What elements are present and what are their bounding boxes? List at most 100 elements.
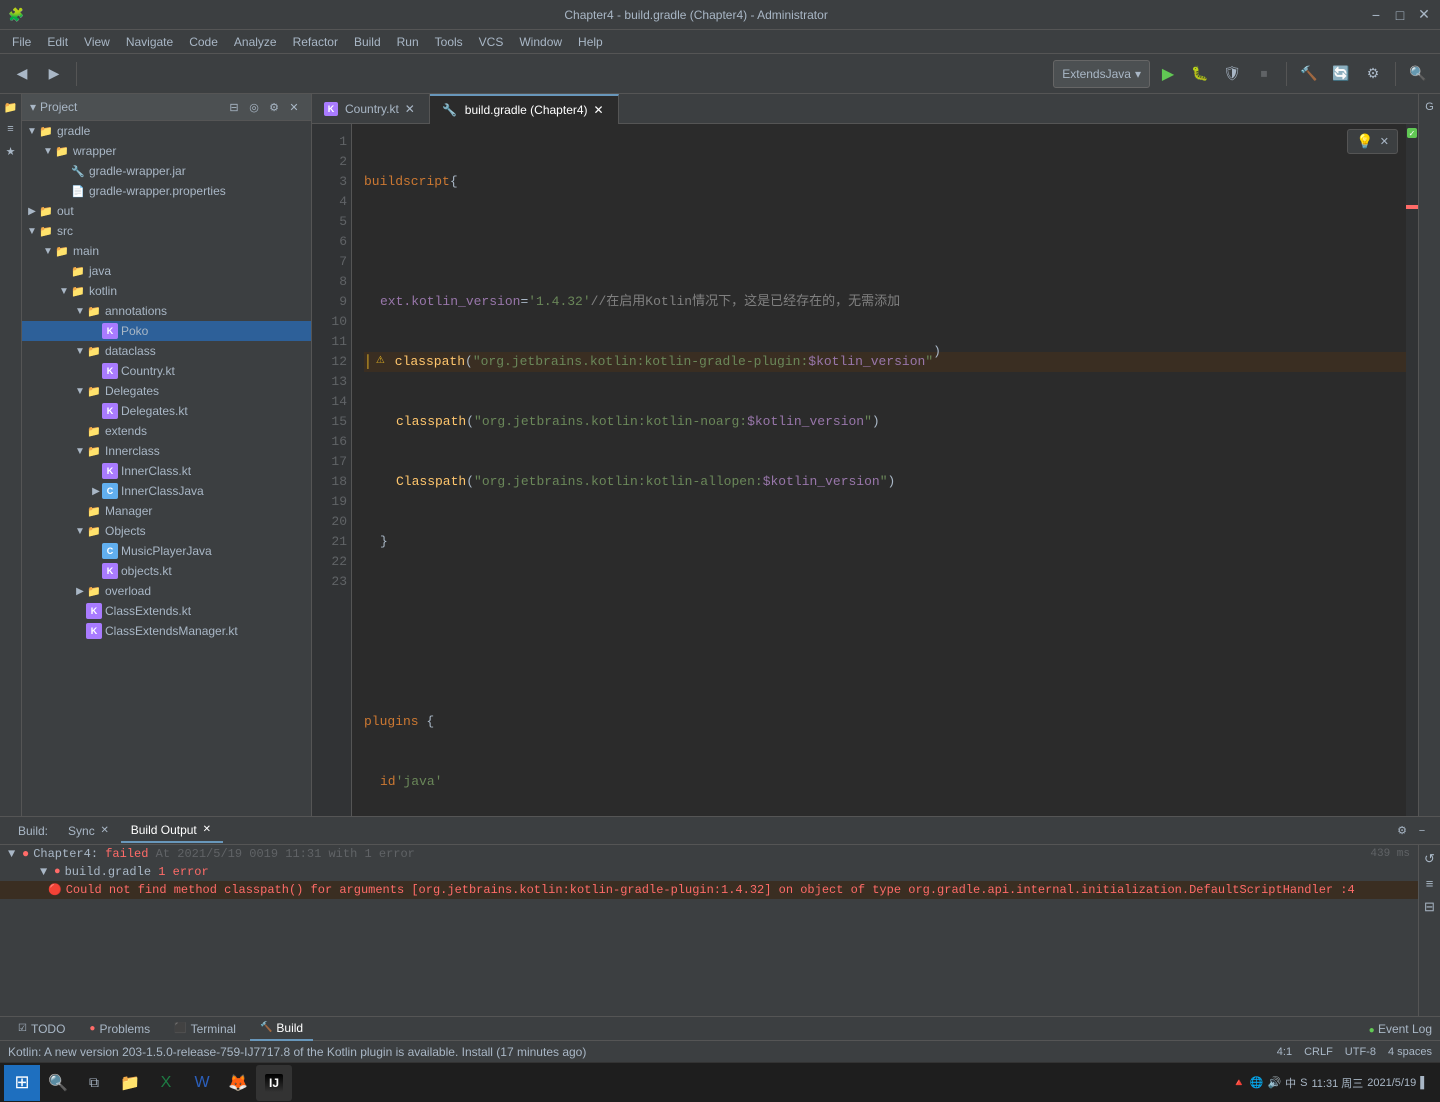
code-content[interactable]: buildscript{ ext.kotlin_version='1.4.32'… [352, 124, 1418, 816]
toggle-main[interactable]: ▼ [42, 246, 54, 257]
event-log-label[interactable]: ● Event Log [1369, 1022, 1432, 1036]
build-settings-button[interactable]: ⚙ [1392, 821, 1412, 841]
tree-item-innerclass-kt[interactable]: K InnerClass.kt [22, 461, 311, 481]
structure-tool-button[interactable]: ≡ [2, 120, 20, 138]
build-row-gradle[interactable]: ▼ ● build.gradle 1 error [16, 863, 1418, 881]
tab-problems[interactable]: ● Problems [79, 1018, 160, 1040]
toggle-innerclass-java[interactable]: ▶ [90, 486, 102, 497]
tab-country-kt[interactable]: K Country.kt ✕ [312, 94, 430, 124]
run-config-selector[interactable]: ExtendsJava ▾ [1053, 60, 1150, 88]
build-filter-icon[interactable]: ⊟ [1420, 897, 1440, 917]
menu-code[interactable]: Code [181, 33, 226, 51]
tree-item-dataclass[interactable]: ▼ 📁 dataclass [22, 341, 311, 361]
tab-build[interactable]: 🔨 Build [250, 1017, 313, 1041]
tree-item-delegates-kt[interactable]: K Delegates.kt [22, 401, 311, 421]
floating-close[interactable]: ✕ [1380, 135, 1389, 148]
menu-window[interactable]: Window [511, 33, 570, 51]
taskbar-firefox[interactable]: 🦊 [220, 1065, 256, 1101]
taskbar-search[interactable]: 🔍 [40, 1065, 76, 1101]
taskbar-intellij[interactable]: IJ [256, 1065, 292, 1101]
project-close-button[interactable]: ✕ [285, 98, 303, 116]
scroll-to-file-button[interactable]: ◎ [245, 98, 263, 116]
toggle-annotations[interactable]: ▼ [74, 306, 86, 317]
build-row-main[interactable]: ▼ ● Chapter4: failed At 2021/5/19 0019 1… [0, 845, 1418, 863]
tree-item-kotlin[interactable]: ▼ 📁 kotlin [22, 281, 311, 301]
minimize-button[interactable]: − [1368, 7, 1384, 23]
taskbar-start[interactable]: ⊞ [4, 1065, 40, 1101]
toggle-delegates[interactable]: ▼ [74, 386, 86, 397]
build-project-button[interactable]: 🔨 [1295, 60, 1323, 88]
toggle-kotlin[interactable]: ▼ [58, 286, 70, 297]
tree-item-out[interactable]: ▶ 📁 out [22, 201, 311, 221]
tab-terminal[interactable]: ⬛ Terminal [164, 1018, 246, 1040]
maximize-button[interactable]: □ [1392, 7, 1408, 23]
tree-item-main[interactable]: ▼ 📁 main [22, 241, 311, 261]
build-tab-build-label[interactable]: Build: [8, 820, 58, 842]
menu-file[interactable]: File [4, 33, 39, 51]
settings-button[interactable]: ⚙ [1359, 60, 1387, 88]
toggle-objects[interactable]: ▼ [74, 526, 86, 537]
toggle-gradle[interactable]: ▼ [26, 126, 38, 137]
menu-help[interactable]: Help [570, 33, 611, 51]
project-settings-button[interactable]: ⚙ [265, 98, 283, 116]
tree-item-gradle-props[interactable]: 📄 gradle-wrapper.properties [22, 181, 311, 201]
menu-edit[interactable]: Edit [39, 33, 76, 51]
tree-item-poko[interactable]: K Poko [22, 321, 311, 341]
toggle-innerclass[interactable]: ▼ [74, 446, 86, 457]
tree-item-extends[interactable]: 📁 extends [22, 421, 311, 441]
tree-item-manager[interactable]: 📁 Manager [22, 501, 311, 521]
favorites-tool-button[interactable]: ★ [2, 142, 20, 160]
toggle-dataclass[interactable]: ▼ [74, 346, 86, 357]
build-row-error[interactable]: 🔴 Could not find method classpath() for … [0, 881, 1418, 899]
tree-item-classextends[interactable]: K ClassExtends.kt [22, 601, 311, 621]
tree-item-delegates[interactable]: ▼ 📁 Delegates [22, 381, 311, 401]
build-minimize-button[interactable]: − [1412, 821, 1432, 841]
tree-item-objects[interactable]: ▼ 📁 Objects [22, 521, 311, 541]
menu-build[interactable]: Build [346, 33, 389, 51]
tree-item-classextendsmanager[interactable]: K ClassExtendsManager.kt [22, 621, 311, 641]
tree-item-gradle-jar[interactable]: 🔧 gradle-wrapper.jar [22, 161, 311, 181]
toggle-src[interactable]: ▼ [26, 226, 38, 237]
tree-item-wrapper[interactable]: ▼ 📁 wrapper [22, 141, 311, 161]
menu-navigate[interactable]: Navigate [118, 33, 181, 51]
menu-tools[interactable]: Tools [427, 33, 471, 51]
run-coverage-button[interactable]: 🛡 [1218, 60, 1246, 88]
taskbar-excel[interactable]: X [148, 1065, 184, 1101]
tab-close-build-gradle[interactable]: ✕ [592, 103, 606, 117]
sync-tab-close[interactable]: ✕ [99, 825, 111, 837]
run-button[interactable]: ▶ [1154, 60, 1182, 88]
menu-run[interactable]: Run [389, 33, 427, 51]
tree-item-country-kt[interactable]: K Country.kt [22, 361, 311, 381]
close-button[interactable]: ✕ [1416, 7, 1432, 23]
tab-todo[interactable]: ☑ TODO [8, 1018, 75, 1040]
build-sync-icon[interactable]: ↺ [1420, 849, 1440, 869]
nav-back-button[interactable]: ◀ [8, 60, 36, 88]
tab-build-gradle[interactable]: 🔧 build.gradle (Chapter4) ✕ [430, 94, 619, 124]
show-desktop[interactable]: ▌ [1420, 1077, 1428, 1089]
menu-analyze[interactable]: Analyze [226, 33, 285, 51]
tree-item-overload[interactable]: ▶ 📁 overload [22, 581, 311, 601]
debug-button[interactable]: 🐛 [1186, 60, 1214, 88]
build-list-icon[interactable]: ≡ [1420, 873, 1440, 893]
tree-item-innerclass[interactable]: ▼ 📁 Innerclass [22, 441, 311, 461]
tree-item-src[interactable]: ▼ 📁 src [22, 221, 311, 241]
menu-vcs[interactable]: VCS [471, 33, 512, 51]
toggle-out[interactable]: ▶ [26, 206, 38, 217]
menu-refactor[interactable]: Refactor [285, 33, 346, 51]
code-editor[interactable]: 1 2 3 4 5 6 7 8 9 10 11 12 13 14 15 16 1… [312, 124, 1418, 816]
search-everywhere-button[interactable]: 🔍 [1404, 60, 1432, 88]
sync-button[interactable]: 🔄 [1327, 60, 1355, 88]
stop-button[interactable]: ⏹ [1250, 60, 1278, 88]
gradle-side-button[interactable]: G [1421, 98, 1439, 116]
build-output-close[interactable]: ✕ [201, 824, 213, 836]
tree-item-gradle[interactable]: ▼ 📁 gradle [22, 121, 311, 141]
tree-item-musicplayer[interactable]: C MusicPlayerJava [22, 541, 311, 561]
taskbar-task-view[interactable]: ⧉ [76, 1065, 112, 1101]
taskbar-word[interactable]: W [184, 1065, 220, 1101]
taskbar-file-explorer[interactable]: 📁 [112, 1065, 148, 1101]
toggle-wrapper[interactable]: ▼ [42, 146, 54, 157]
menu-view[interactable]: View [76, 33, 118, 51]
tree-item-annotations[interactable]: ▼ 📁 annotations [22, 301, 311, 321]
tree-item-innerclass-java[interactable]: ▶ C InnerClassJava [22, 481, 311, 501]
tree-item-objects-kt[interactable]: K objects.kt [22, 561, 311, 581]
